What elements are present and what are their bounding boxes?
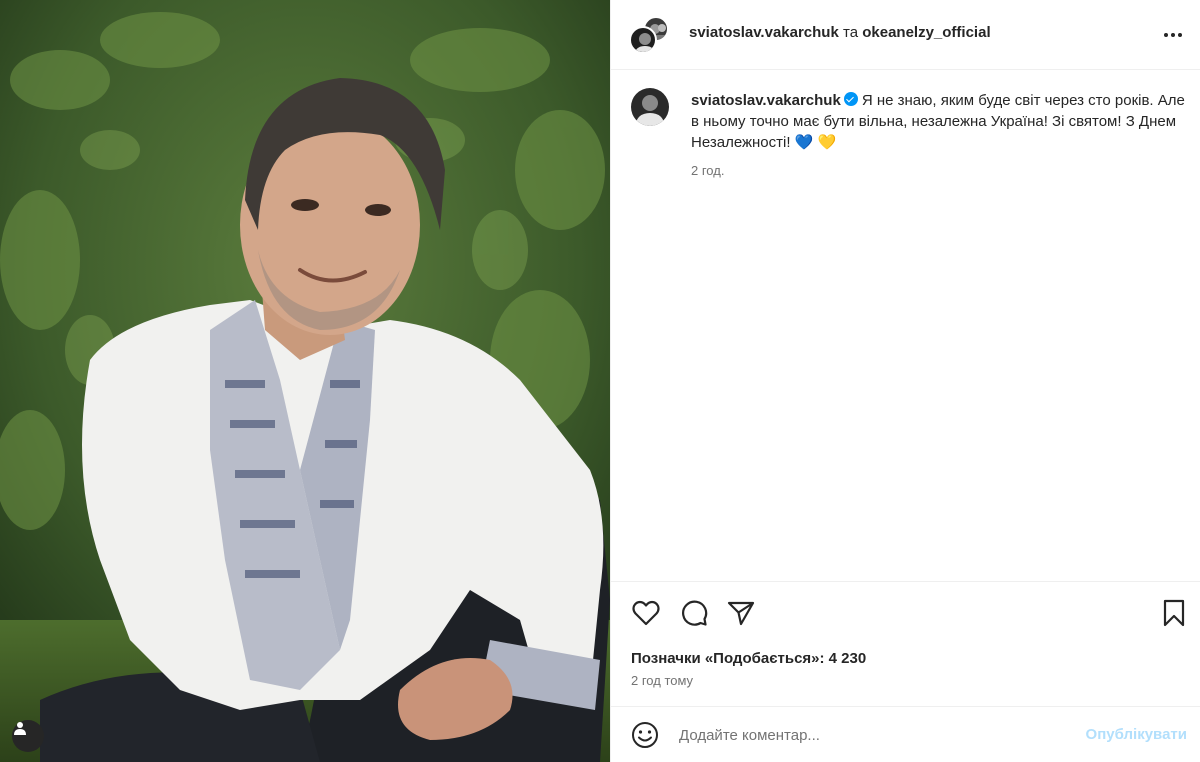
caption-text-block: sviatoslav.vakarchuk Я не знаю, яким буде… — [691, 90, 1191, 153]
more-options-button[interactable] — [1161, 24, 1185, 46]
comment-button[interactable] — [679, 598, 709, 628]
bookmark-icon — [1163, 599, 1185, 627]
likes-count[interactable]: Позначки «Подобається»: 4 230 — [631, 650, 866, 667]
save-button[interactable] — [1159, 598, 1189, 628]
heart-icon — [632, 600, 660, 626]
comment-icon — [682, 600, 708, 626]
collab-avatars[interactable] — [629, 16, 669, 56]
publish-comment-button[interactable]: Опублікувати — [1086, 726, 1187, 743]
caption-time: 2 год. — [691, 163, 725, 178]
avatar-author — [629, 26, 657, 54]
actions-section: Позначки «Подобається»: 4 230 2 год тому — [611, 581, 1200, 706]
author-link[interactable]: sviatoslav.vakarchuk — [689, 24, 839, 41]
caption-username[interactable]: sviatoslav.vakarchuk — [691, 92, 841, 109]
comment-input[interactable] — [679, 721, 1059, 749]
photo-image — [0, 0, 610, 762]
user-tag-button[interactable] — [12, 720, 44, 752]
coauthor-link[interactable]: okeanelzy_official — [862, 24, 990, 41]
verified-icon — [843, 92, 858, 106]
post-side-panel: sviatoslav.vakarchuk та okeanelzy_offici… — [610, 0, 1200, 762]
comment-bar: Опублікувати — [611, 706, 1200, 762]
emoji-icon — [632, 722, 658, 748]
share-button[interactable] — [726, 598, 756, 628]
post-photo[interactable] — [0, 0, 610, 762]
post-timestamp[interactable]: 2 год тому — [631, 673, 693, 688]
share-icon — [727, 601, 755, 626]
like-button[interactable] — [631, 598, 661, 628]
post-header: sviatoslav.vakarchuk та okeanelzy_offici… — [611, 0, 1200, 70]
more-icon — [1164, 33, 1168, 37]
caption-avatar[interactable] — [631, 88, 669, 126]
user-tag-icon — [14, 722, 26, 735]
header-conjunction: та — [843, 24, 859, 41]
emoji-button[interactable] — [631, 721, 659, 749]
post-header-title: sviatoslav.vakarchuk та okeanelzy_offici… — [689, 24, 991, 41]
